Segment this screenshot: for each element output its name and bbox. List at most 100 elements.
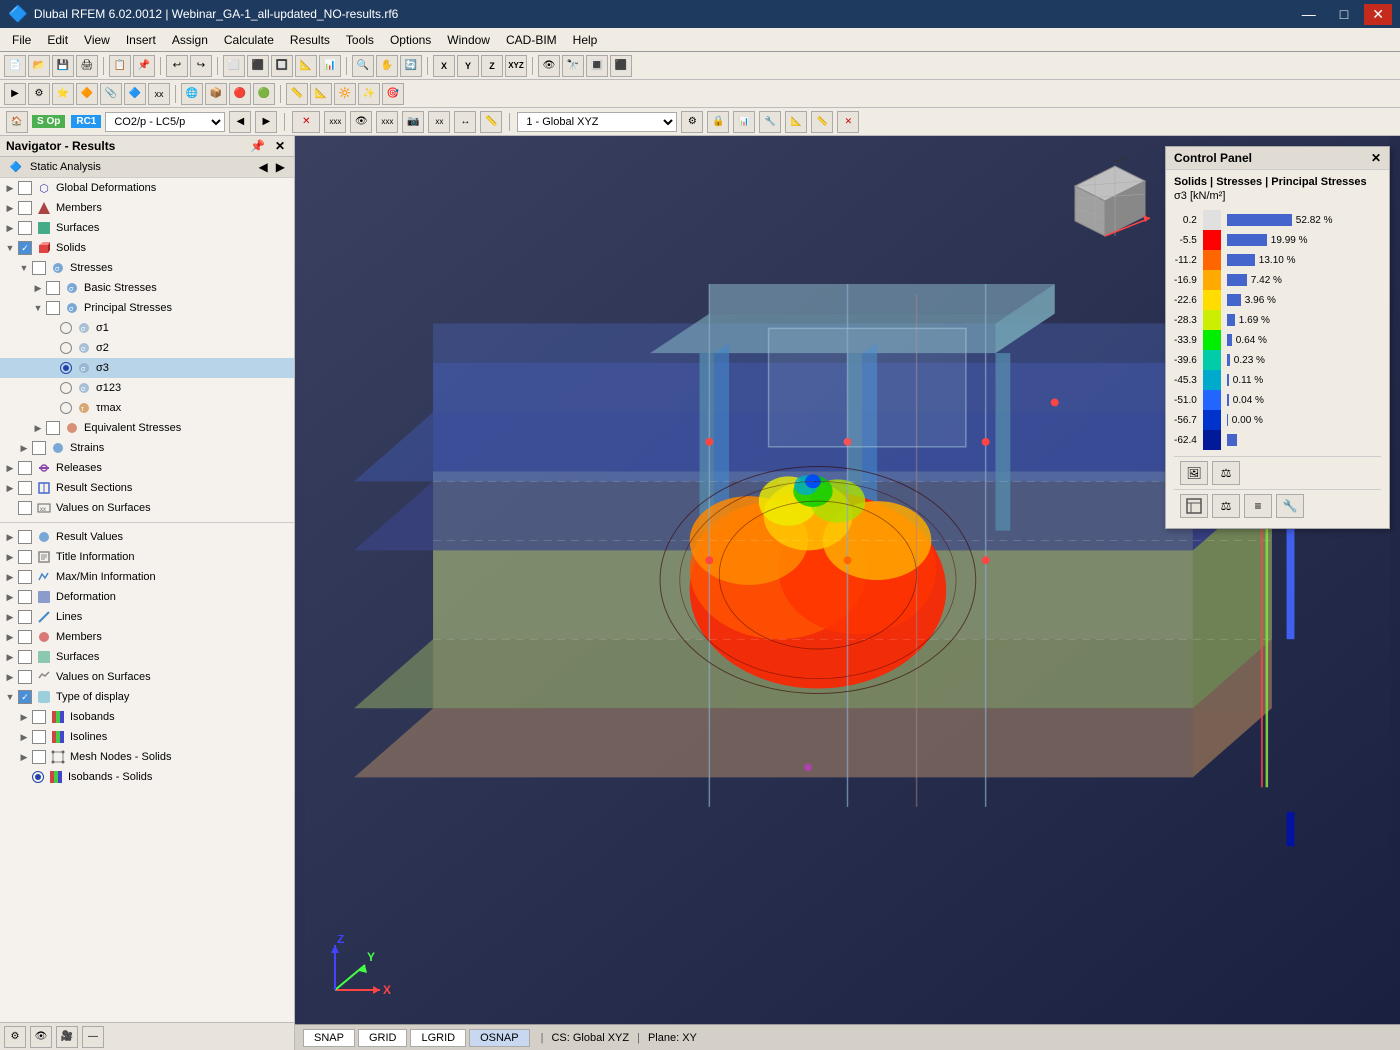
radio-sigma2[interactable]: [60, 342, 72, 354]
nav-tb-eye[interactable]: 👁: [30, 1026, 52, 1048]
tb2-b3[interactable]: ⭐: [52, 83, 74, 105]
tb3-cam[interactable]: 📷: [402, 111, 424, 133]
tb2-b7[interactable]: xx: [148, 83, 170, 105]
check-lines[interactable]: [18, 610, 32, 624]
tree-item-result-values[interactable]: ▶ Result Values: [0, 527, 294, 547]
tb-z-axis[interactable]: Z: [481, 55, 503, 77]
menu-file[interactable]: File: [4, 28, 39, 51]
tree-item-global-def[interactable]: ▶ ⬡ Global Deformations: [0, 178, 294, 198]
titlebar-right[interactable]: — □ ✕: [1294, 4, 1392, 25]
check-members[interactable]: [18, 201, 32, 215]
orientation-cube[interactable]: +Y: [1055, 146, 1155, 246]
cp-close-btn[interactable]: ✕: [1371, 151, 1381, 165]
tree-item-stresses[interactable]: ▼ σ Stresses: [0, 258, 294, 278]
check-maxmin-info[interactable]: [18, 570, 32, 584]
menu-view[interactable]: View: [76, 28, 118, 51]
check-mesh-nodes-solids[interactable]: [32, 750, 46, 764]
check-solids[interactable]: [18, 241, 32, 255]
tree-item-surfaces[interactable]: ▶ Surfaces: [0, 218, 294, 238]
tb3-v5[interactable]: ✕: [837, 111, 859, 133]
check-deformation[interactable]: [18, 590, 32, 604]
tb3-eye[interactable]: 👁: [350, 111, 372, 133]
tb-redo[interactable]: ↪: [190, 55, 212, 77]
check-members-b[interactable]: [18, 630, 32, 644]
tb3-xxx[interactable]: xxx: [324, 111, 346, 133]
tb2-b11[interactable]: 🟢: [253, 83, 275, 105]
check-type-of-display[interactable]: [18, 690, 32, 704]
tree-item-principal-stresses[interactable]: ▼ σ Principal Stresses: [0, 298, 294, 318]
tb-b1[interactable]: ⬜: [223, 55, 245, 77]
check-surfaces[interactable]: [18, 221, 32, 235]
status-snap[interactable]: SNAP: [303, 1029, 355, 1047]
cp-image-btn[interactable]: 🖼: [1180, 461, 1208, 485]
tb-open[interactable]: 📂: [28, 55, 50, 77]
tb2-b8[interactable]: 🌐: [181, 83, 203, 105]
check-isolines[interactable]: [32, 730, 46, 744]
check-result-sections[interactable]: [18, 481, 32, 495]
tb2-b13[interactable]: 📐: [310, 83, 332, 105]
check-equiv-stresses[interactable]: [46, 421, 60, 435]
menu-cad-bim[interactable]: CAD-BIM: [498, 28, 565, 51]
check-surfaces-b[interactable]: [18, 650, 32, 664]
minimize-btn[interactable]: —: [1294, 4, 1324, 25]
tree-item-sigma123[interactable]: σ σ123: [0, 378, 294, 398]
radio-tmax[interactable]: [60, 402, 72, 414]
menu-edit[interactable]: Edit: [39, 28, 76, 51]
tb2-b2[interactable]: ⚙: [28, 83, 50, 105]
radio-sigma123[interactable]: [60, 382, 72, 394]
cp-tab-settings[interactable]: 🔧: [1276, 494, 1304, 518]
tb2-b4[interactable]: 🔶: [76, 83, 98, 105]
view-combo-select[interactable]: 1 - Global XYZ: [517, 112, 677, 132]
tb-undo[interactable]: ↩: [166, 55, 188, 77]
tree-item-lines[interactable]: ▶ Lines: [0, 607, 294, 627]
check-result-values[interactable]: [18, 530, 32, 544]
tb-new[interactable]: 📄: [4, 55, 26, 77]
tb3-meas[interactable]: 📏: [480, 111, 502, 133]
cp-tab-list[interactable]: ≡: [1244, 494, 1272, 518]
tree-item-type-of-display[interactable]: ▼ Type of display: [0, 687, 294, 707]
tb-view1[interactable]: 👁: [538, 55, 560, 77]
tree-item-isobands-solids[interactable]: Isobands - Solids: [0, 767, 294, 787]
tb3-arr[interactable]: ↔: [454, 111, 476, 133]
tb3-next[interactable]: ▶: [255, 111, 277, 133]
tree-item-maxmin-info[interactable]: ▶ Max/Min Information: [0, 567, 294, 587]
check-releases[interactable]: [18, 461, 32, 475]
tb-zoom[interactable]: 🔍: [352, 55, 374, 77]
tb-print[interactable]: 🖨: [76, 55, 98, 77]
tree-item-tmax[interactable]: τ τmax: [0, 398, 294, 418]
menu-calculate[interactable]: Calculate: [216, 28, 282, 51]
tree-item-mesh-nodes-solids[interactable]: ▶ Mesh Nodes - Solids: [0, 747, 294, 767]
tb-pan[interactable]: ✋: [376, 55, 398, 77]
tb2-b1[interactable]: ▶: [4, 83, 26, 105]
tb2-b12[interactable]: 📏: [286, 83, 308, 105]
tree-item-sigma2[interactable]: σ σ2: [0, 338, 294, 358]
tb2-b16[interactable]: 🎯: [382, 83, 404, 105]
nav-prev-btn[interactable]: ◀: [256, 160, 271, 174]
check-principal-stresses[interactable]: [46, 301, 60, 315]
nav-next-btn[interactable]: ▶: [273, 160, 288, 174]
tb-save[interactable]: 💾: [52, 55, 74, 77]
tb3-lock[interactable]: 🔒: [707, 111, 729, 133]
tb-b3[interactable]: 🔲: [271, 55, 293, 77]
tree-item-values-on-surfaces[interactable]: xx Values on Surfaces: [0, 498, 294, 518]
tb-b2[interactable]: ⬛: [247, 55, 269, 77]
menu-tools[interactable]: Tools: [338, 28, 382, 51]
tb-rotate[interactable]: 🔄: [400, 55, 422, 77]
tb-b5[interactable]: 📊: [319, 55, 341, 77]
tree-item-isobands[interactable]: ▶ Isobands: [0, 707, 294, 727]
tb3-prev[interactable]: ◀: [229, 111, 251, 133]
tree-item-values-on-surfaces-b[interactable]: ▶ Values on Surfaces: [0, 667, 294, 687]
tb3-xxx3[interactable]: xx: [428, 111, 450, 133]
tb2-b14[interactable]: 🔆: [334, 83, 356, 105]
check-strains[interactable]: [32, 441, 46, 455]
tree-item-solids[interactable]: ▼ Solids: [0, 238, 294, 258]
tb-solid[interactable]: ⬛: [610, 55, 632, 77]
tb2-b10[interactable]: 🔴: [229, 83, 251, 105]
check-isobands[interactable]: [32, 710, 46, 724]
tb3-v2[interactable]: 🔧: [759, 111, 781, 133]
tb3-nav-icon[interactable]: 🏠: [6, 111, 28, 133]
close-btn[interactable]: ✕: [1364, 4, 1392, 25]
menu-insert[interactable]: Insert: [118, 28, 164, 51]
check-values-on-surfaces-b[interactable]: [18, 670, 32, 684]
check-stresses[interactable]: [32, 261, 46, 275]
